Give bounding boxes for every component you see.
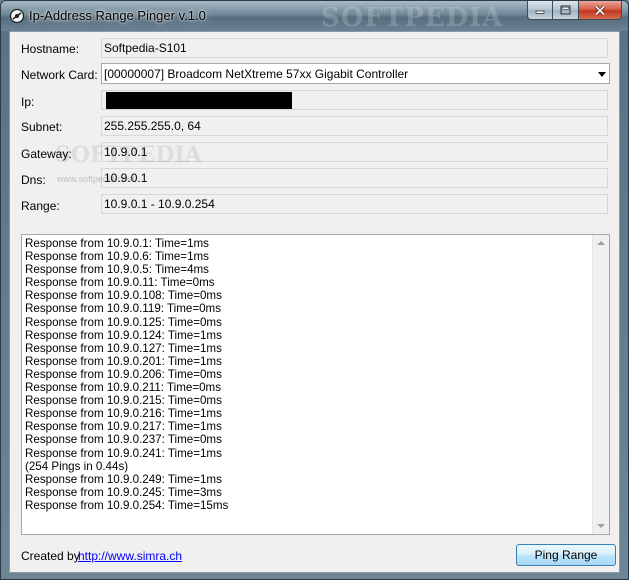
output-line: Response from 10.9.0.1: Time=1ms xyxy=(25,237,209,250)
output-line: Response from 10.9.0.237: Time=0ms xyxy=(25,433,222,447)
subnet-row: Subnet: 255.255.255.0, 64 xyxy=(10,116,619,138)
output-line: Response from 10.9.0.108: Time=0ms xyxy=(25,289,222,303)
close-icon xyxy=(594,4,606,16)
author-link[interactable]: http://www.simra.ch xyxy=(78,549,182,563)
output-line: Response from 10.9.0.215: Time=0ms xyxy=(25,394,222,408)
dns-row: Dns: 10.9.0.1 xyxy=(10,168,619,190)
subnet-label: Subnet: xyxy=(21,120,63,134)
output-line: Response from 10.9.0.249: Time=1ms xyxy=(25,472,222,486)
output-line: Response from 10.9.0.124: Time=1ms xyxy=(25,328,222,342)
output-line: Response from 10.9.0.217: Time=1ms xyxy=(25,420,222,434)
output-line: Response from 10.9.0.5: Time=4ms xyxy=(25,263,209,277)
ip-row: Ip: xyxy=(10,90,619,112)
output-line: Response from 10.9.0.125: Time=0ms xyxy=(25,315,222,329)
range-label: Range: xyxy=(21,199,60,213)
gateway-label: Gateway: xyxy=(21,147,72,161)
hostname-label: Hostname: xyxy=(21,42,80,56)
ping-range-button[interactable]: Ping Range xyxy=(516,544,616,566)
output-line: Response from 10.9.0.6: Time=1ms xyxy=(25,250,209,264)
title-bar[interactable]: Ip-Address Range Pinger v.1.0 SOFTPEDIA xyxy=(1,1,628,33)
output-line: Response from 10.9.0.201: Time=1ms xyxy=(25,354,222,368)
chevron-down-icon[interactable] xyxy=(598,72,606,77)
output-line: Response from 10.9.0.211: Time=0ms xyxy=(25,381,222,395)
close-button[interactable] xyxy=(579,1,622,20)
range-row: Range: 10.9.0.1 - 10.9.0.254 xyxy=(10,194,619,216)
minimize-button[interactable] xyxy=(527,1,553,20)
output-line: Response from 10.9.0.127: Time=1ms xyxy=(25,341,222,355)
ping-output-textarea[interactable]: Response from 10.9.0.1: Time=1ms Response… xyxy=(21,234,610,535)
output-lines: Response from 10.9.0.1: Time=1ms Response… xyxy=(25,237,593,512)
title-watermark: SOFTPEDIA xyxy=(321,3,504,33)
network-card-value: [00000007] Broadcom NetXtreme 57xx Gigab… xyxy=(104,67,409,81)
maximize-button[interactable] xyxy=(553,1,579,20)
caption-buttons xyxy=(527,1,622,21)
output-line: Response from 10.9.0.119: Time=0ms xyxy=(25,302,222,316)
output-line: Response from 10.9.0.206: Time=0ms xyxy=(25,367,222,381)
network-card-row: Network Card: [00000007] Broadcom NetXtr… xyxy=(10,63,619,85)
hostname-row: Hostname: Softpedia-S101 xyxy=(10,38,619,60)
maximize-icon xyxy=(560,5,571,15)
hostname-field[interactable]: Softpedia-S101 xyxy=(101,38,608,58)
dns-label: Dns: xyxy=(21,173,46,187)
output-line: Response from 10.9.0.245: Time=3ms xyxy=(25,485,222,499)
ip-field[interactable] xyxy=(101,90,608,110)
main-panel: Hostname: Softpedia-S101 Network Card: [… xyxy=(9,31,620,573)
minimize-icon xyxy=(535,10,545,14)
window-title: Ip-Address Range Pinger v.1.0 xyxy=(29,8,206,23)
app-icon xyxy=(9,8,25,24)
output-line: Response from 10.9.0.241: Time=1ms xyxy=(25,446,222,460)
ip-label: Ip: xyxy=(21,95,35,109)
gateway-row: Gateway: 10.9.0.1 xyxy=(10,142,619,164)
output-line: Response from 10.9.0.254: Time=15ms xyxy=(25,498,229,512)
app-window: Ip-Address Range Pinger v.1.0 SOFTPEDIA xyxy=(0,0,629,580)
gateway-field[interactable]: 10.9.0.1 xyxy=(101,142,608,162)
network-card-dropdown[interactable]: [00000007] Broadcom NetXtreme 57xx Gigab… xyxy=(101,63,610,84)
range-field[interactable]: 10.9.0.1 - 10.9.0.254 xyxy=(101,194,608,214)
output-line: (254 Pings in 0.44s) xyxy=(25,459,129,473)
output-line: Response from 10.9.0.11: Time=0ms xyxy=(25,276,215,290)
redaction-bar xyxy=(106,92,292,109)
output-line: Response from 10.9.0.216: Time=1ms xyxy=(25,407,222,421)
vertical-scrollbar[interactable] xyxy=(592,235,609,534)
dns-field[interactable]: 10.9.0.1 xyxy=(101,168,608,188)
scroll-up-icon[interactable] xyxy=(597,241,605,245)
subnet-field[interactable]: 255.255.255.0, 64 xyxy=(101,116,608,136)
network-card-label: Network Card: xyxy=(21,68,98,82)
created-by-label: Created by xyxy=(21,549,80,563)
scroll-down-icon[interactable] xyxy=(597,524,605,528)
